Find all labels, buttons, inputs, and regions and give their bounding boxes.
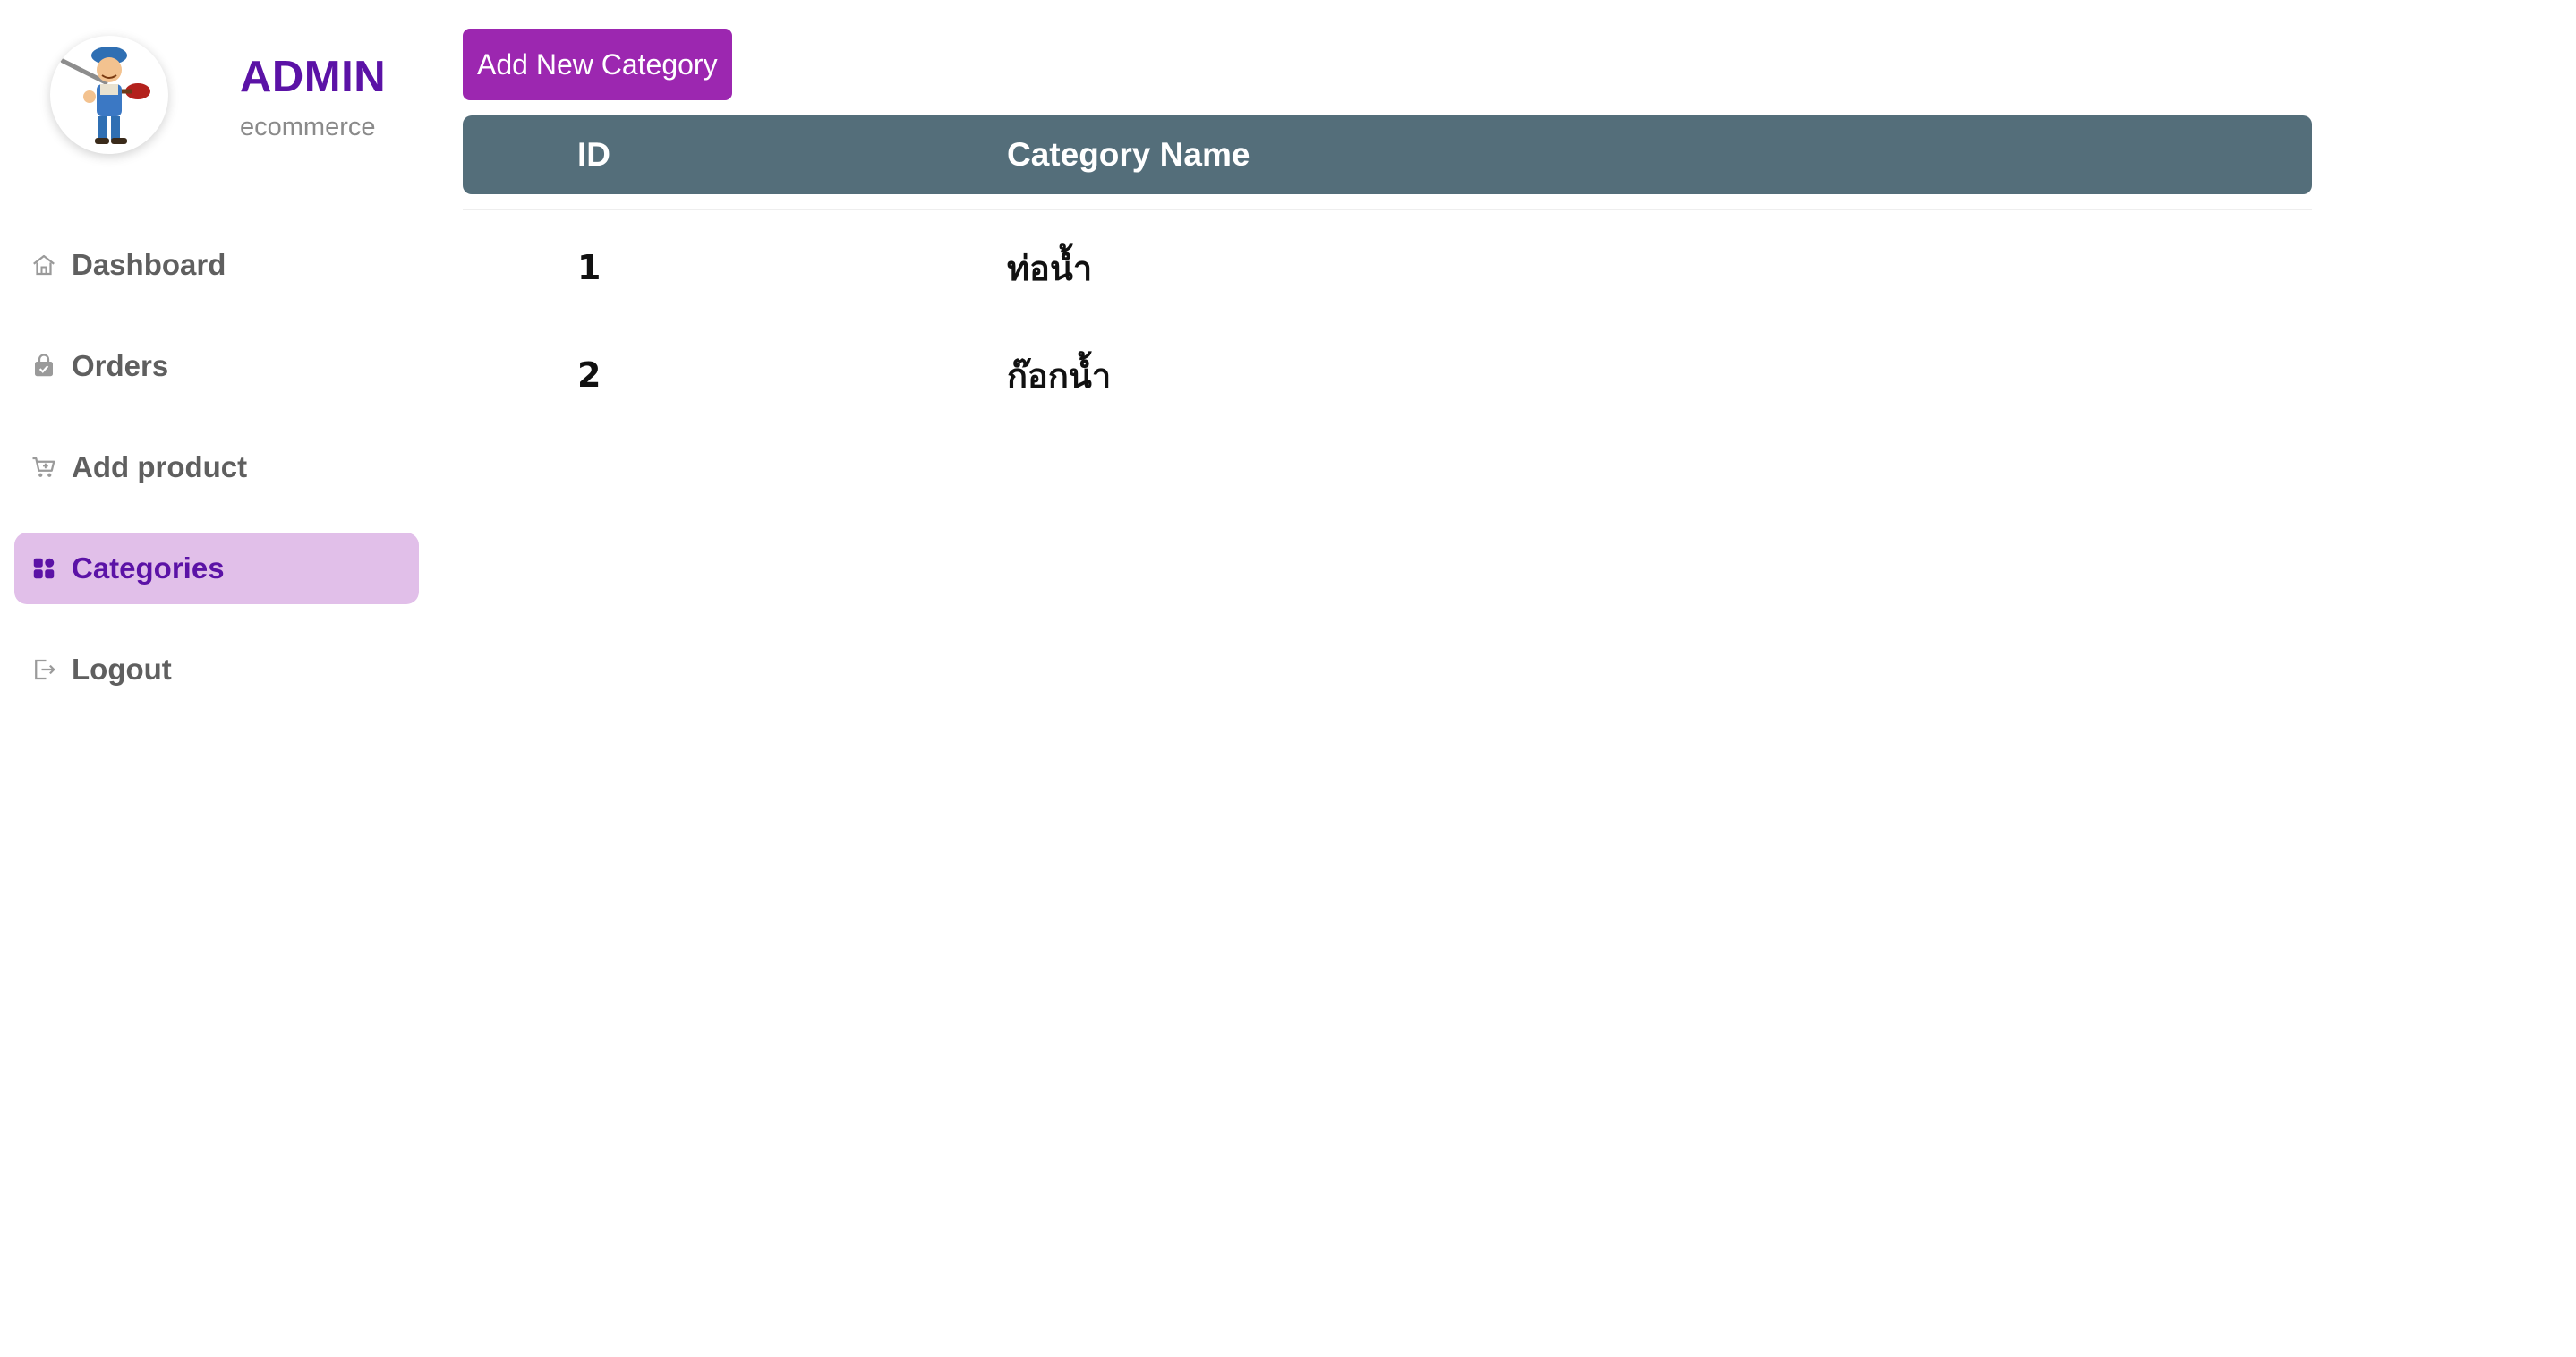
sidebar-nav: Dashboard Orders Add product Categories [14,229,419,735]
grid-icon [30,555,57,582]
add-new-category-button[interactable]: Add New Category [463,29,732,100]
cart-plus-icon [30,454,57,481]
cell-id: 2 [577,355,601,395]
categories-table: ID Category Name 1 ท่อน้ำ 2 ก๊อกน้ำ [463,115,2312,429]
sidebar-item-orders[interactable]: Orders [14,330,419,402]
plumber-mascot-icon [60,47,150,144]
sidebar-item-label: Logout [72,653,172,686]
column-header-id: ID [577,136,610,173]
sidebar-item-label: Add product [72,450,248,483]
table-row[interactable]: 1 ท่อน้ำ [463,214,2312,321]
sidebar-item-label: Orders [72,349,169,382]
brand-title: ADMIN [240,53,387,101]
brand: ADMIN ecommerce [50,36,426,170]
logout-icon [30,656,57,683]
sidebar-item-label: Categories [72,551,225,585]
admin-app: ADMIN ecommerce Dashboard Orders Add pro… [0,0,2576,1357]
home-icon [30,252,57,278]
cell-category-name: ก๊อกน้ำ [1007,355,1112,396]
sidebar-item-logout[interactable]: Logout [14,634,419,705]
column-header-category-name: Category Name [1007,136,1250,173]
sidebar-item-categories[interactable]: Categories [14,533,419,604]
sidebar-item-dashboard[interactable]: Dashboard [14,229,419,301]
table-header: ID Category Name [463,115,2312,194]
brand-subtitle: ecommerce [240,113,376,141]
cell-id: 1 [577,248,601,287]
sidebar-item-add-product[interactable]: Add product [14,431,419,503]
sidebar-item-label: Dashboard [72,248,226,281]
avatar [50,36,168,154]
sidebar: ADMIN ecommerce Dashboard Orders Add pro… [0,0,430,1357]
shopping-bag-icon [30,353,57,380]
table-row[interactable]: 2 ก๊อกน้ำ [463,321,2312,429]
main-content: Add New Category ID Category Name 1 ท่อน… [463,29,2312,429]
cell-category-name: ท่อน้ำ [1007,248,1093,288]
table-body: 1 ท่อน้ำ 2 ก๊อกน้ำ [463,210,2312,429]
